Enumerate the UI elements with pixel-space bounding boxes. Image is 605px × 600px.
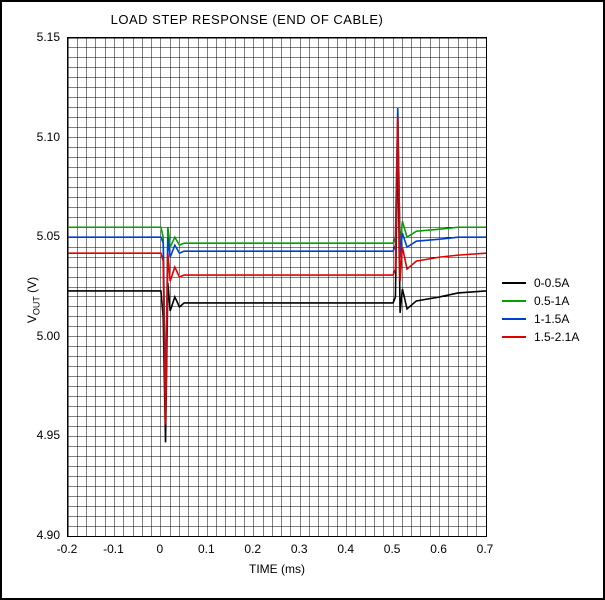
legend-swatch: [502, 336, 526, 338]
y-tick-label: 5.05: [5, 229, 60, 243]
x-tick-label: 0.5: [377, 542, 407, 556]
legend-item: 0-0.5A: [502, 276, 579, 290]
legend-label: 1-1.5A: [534, 312, 569, 326]
x-tick-label: 0.4: [331, 542, 361, 556]
plot-area: [67, 37, 487, 537]
x-tick-label: 0.3: [284, 542, 314, 556]
x-tick-label: -0.2: [52, 542, 82, 556]
chart-title: LOAD STEP RESPONSE (END OF CABLE): [2, 12, 492, 27]
x-tick-label: 0: [145, 542, 175, 556]
y-tick-label: 4.90: [5, 528, 60, 542]
x-tick-label: 0.7: [470, 542, 500, 556]
y-axis-label: VOUT (V): [25, 277, 41, 323]
x-tick-label: 0.2: [238, 542, 268, 556]
chart-container: LOAD STEP RESPONSE (END OF CABLE) VOUT (…: [0, 0, 605, 600]
legend-swatch: [502, 282, 526, 284]
series-line: [68, 112, 486, 411]
series-line: [68, 108, 486, 415]
x-tick-label: -0.1: [98, 542, 128, 556]
x-axis-label: TIME (ms): [67, 562, 487, 576]
x-tick-label: 0.1: [191, 542, 221, 556]
y-tick-label: 4.95: [5, 428, 60, 442]
series-line: [68, 138, 486, 443]
y-tick-label: 5.00: [5, 329, 60, 343]
legend-label: 0-0.5A: [534, 276, 569, 290]
legend-label: 1.5-2.1A: [534, 330, 579, 344]
series-line: [68, 118, 486, 425]
legend-label: 0.5-1A: [534, 294, 569, 308]
legend-item: 1.5-2.1A: [502, 330, 579, 344]
legend-item: 1-1.5A: [502, 312, 579, 326]
y-tick-label: 5.10: [5, 130, 60, 144]
y-tick-label: 5.15: [5, 30, 60, 44]
data-series: [68, 38, 486, 536]
x-tick-label: 0.6: [424, 542, 454, 556]
legend-item: 0.5-1A: [502, 294, 579, 308]
legend: 0-0.5A 0.5-1A 1-1.5A 1.5-2.1A: [502, 272, 579, 348]
legend-swatch: [502, 300, 526, 302]
legend-swatch: [502, 318, 526, 320]
